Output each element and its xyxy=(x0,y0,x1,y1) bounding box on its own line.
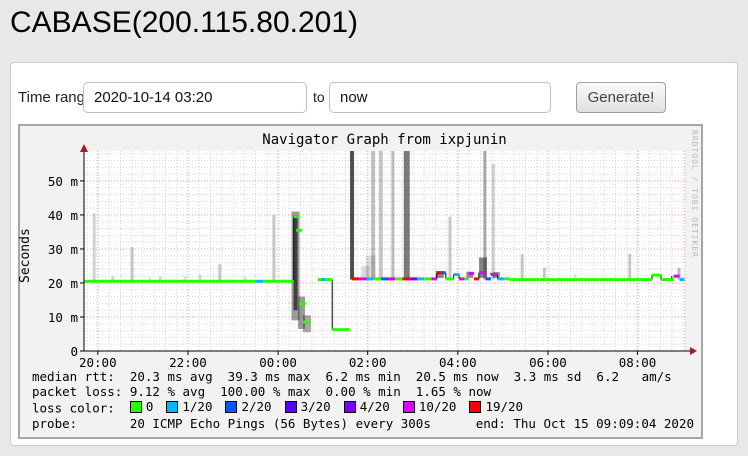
loss-color-swatch xyxy=(130,401,142,413)
time-range-start-input[interactable] xyxy=(83,82,307,113)
loss-color-items: 0 1/20 2/20 3/20 4/20 10/20 19/20 xyxy=(130,401,536,416)
y-tick-label: 20 m xyxy=(20,276,78,291)
content-panel: Time range: to Generate! Navigator Graph… xyxy=(10,62,738,446)
probe-line: probe: 20 ICMP Echo Pings (56 Bytes) eve… xyxy=(32,416,694,431)
loss-color-item: 3/20 xyxy=(285,399,331,414)
loss-color-item: 4/20 xyxy=(344,399,390,414)
time-range-end-input[interactable] xyxy=(329,82,551,113)
page-title: CABASE(200.115.80.201) xyxy=(10,6,358,40)
rrdtool-watermark: RRDTOOL / TOBI OETIKER xyxy=(690,130,699,258)
x-tick-label: 00:00 xyxy=(256,355,300,370)
loss-color-swatch xyxy=(469,401,481,413)
loss-color-item: 2/20 xyxy=(225,399,271,414)
loss-color-item: 10/20 xyxy=(403,399,457,414)
loss-color-swatch xyxy=(285,401,297,413)
x-tick-label: 20:00 xyxy=(76,355,120,370)
y-tick-label: 10 m xyxy=(20,310,78,325)
graph-image: Navigator Graph from ixpjunin Seconds RR… xyxy=(18,124,703,439)
y-tick-label: 50 m xyxy=(20,174,78,189)
loss-color-item: 1/20 xyxy=(166,399,212,414)
loss-color-item: 0 xyxy=(130,399,154,414)
probe-text: probe: 20 ICMP Echo Pings (56 Bytes) eve… xyxy=(32,416,431,431)
x-tick-label: 04:00 xyxy=(436,355,480,370)
loss-color-line: loss color: 0 1/20 2/20 3/20 4/20 10/20 19/20 xyxy=(32,399,694,416)
loss-color-item: 19/20 xyxy=(469,399,523,414)
x-tick-label: 02:00 xyxy=(346,355,390,370)
loss-color-label: loss color: xyxy=(32,401,130,416)
y-tick-label: 30 m xyxy=(20,242,78,257)
graph-legend: median rtt: 20.3 ms avg 39.3 ms max 6.2 … xyxy=(32,369,694,431)
y-tick-label: 0 xyxy=(20,344,78,359)
loss-color-swatch xyxy=(166,401,178,413)
x-tick-label: 08:00 xyxy=(616,355,660,370)
loss-color-swatch xyxy=(403,401,415,413)
generate-button[interactable]: Generate! xyxy=(576,82,666,113)
packet-loss-line: packet loss: 9.12 % avg 100.00 % max 0.0… xyxy=(32,384,694,399)
chart-title: Navigator Graph from ixpjunin xyxy=(84,132,685,148)
y-tick-label: 40 m xyxy=(20,208,78,223)
loss-color-swatch xyxy=(344,401,356,413)
x-tick-label: 22:00 xyxy=(166,355,210,370)
to-label: to xyxy=(313,89,325,105)
median-rtt-line: median rtt: 20.3 ms avg 39.3 ms max 6.2 … xyxy=(32,369,694,384)
end-time: end: Thu Oct 15 09:09:04 2020 xyxy=(476,416,694,431)
x-tick-label: 06:00 xyxy=(526,355,570,370)
loss-color-swatch xyxy=(225,401,237,413)
